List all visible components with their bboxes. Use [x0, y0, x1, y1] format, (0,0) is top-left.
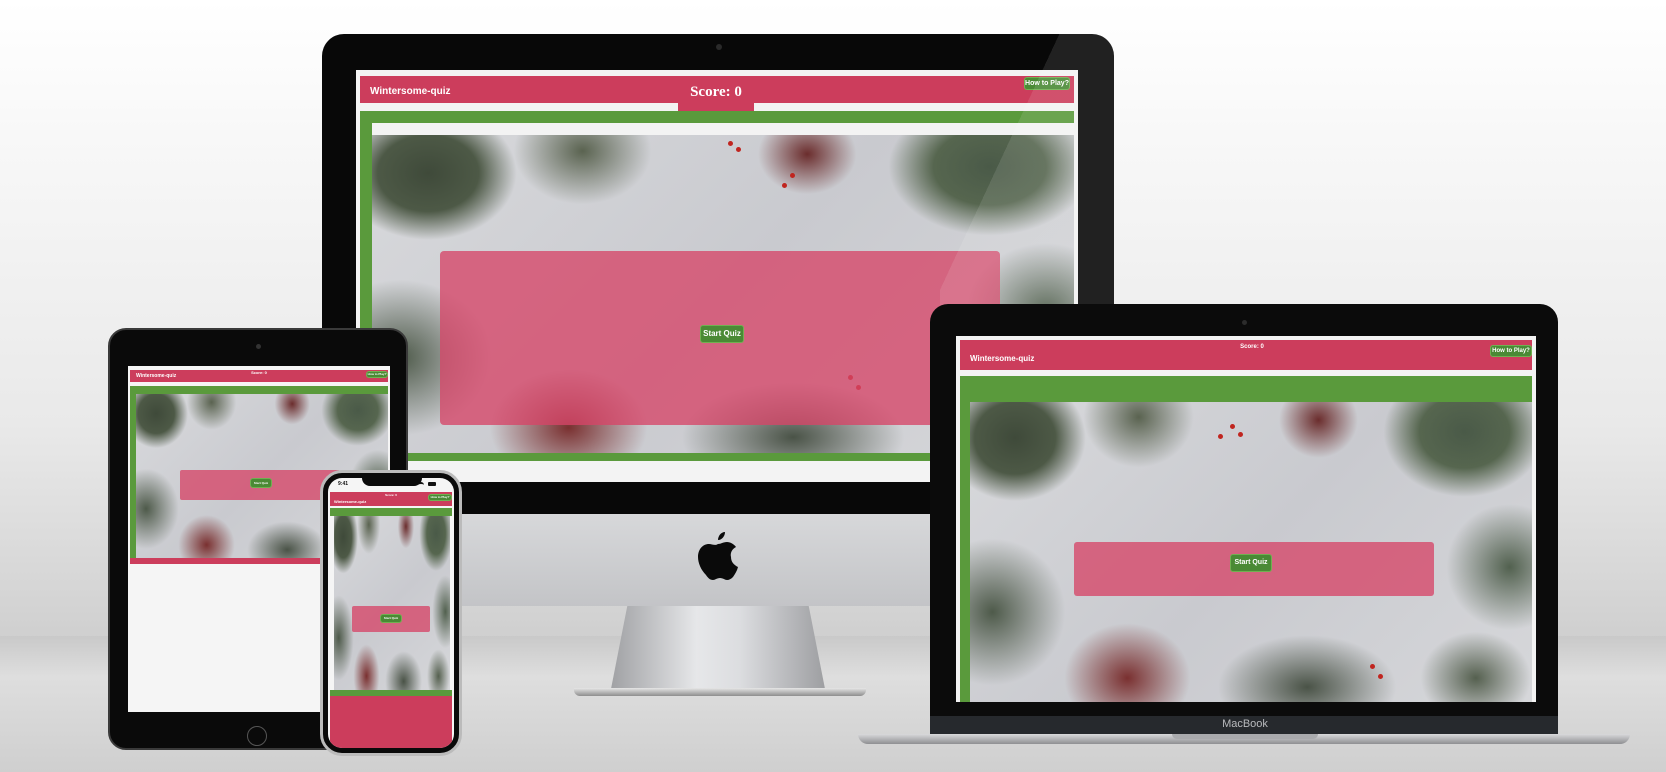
imac-base	[574, 688, 866, 696]
imac-camera-icon	[716, 44, 722, 50]
ipad-green-band	[130, 386, 388, 394]
ipad-camera-icon	[256, 344, 261, 349]
iphone-background-photo	[334, 516, 450, 690]
imac-start-quiz-button[interactable]: Start Quiz	[700, 325, 744, 343]
macbook-label: MacBook	[1222, 718, 1268, 730]
macbook-camera-icon	[1242, 320, 1247, 325]
imac-site-title: Wintersome-quiz	[370, 86, 451, 97]
iphone-how-to-play-button[interactable]: How to Play?	[428, 494, 452, 501]
macbook-site-title: Wintersome-quiz	[970, 354, 1035, 363]
apple-logo-icon	[698, 532, 738, 580]
macbook-how-to-play-button[interactable]: How to Play?	[1490, 345, 1532, 357]
battery-icon	[428, 482, 436, 486]
iphone-time: 9:41	[338, 481, 349, 487]
macbook-start-quiz-button[interactable]: Start Quiz	[1230, 554, 1272, 572]
iphone-green-band	[330, 508, 452, 516]
iphone-screen: 9:41 Wintersome-quiz Score: 0 How to Pla…	[328, 478, 454, 748]
iphone-score: Score: 0	[385, 493, 397, 497]
ipad-how-to-play-button[interactable]: How to Play?	[366, 371, 388, 378]
ipad-start-quiz-button[interactable]: Start Quiz	[250, 478, 272, 488]
iphone-footer	[330, 696, 452, 748]
ipad-site-title: Wintersome-quiz	[136, 373, 177, 379]
iphone-site-title: Wintersome-quiz	[334, 499, 367, 504]
macbook-screen: Wintersome-quiz Score: 0 How to Play? St…	[956, 336, 1536, 702]
ipad-home-button	[247, 726, 267, 746]
imac-score: Score: 0	[690, 84, 742, 100]
macbook-green-band	[960, 376, 1532, 402]
macbook-score: Score: 0	[1240, 344, 1264, 350]
iphone-notch	[362, 476, 422, 486]
imac-stand	[610, 606, 826, 694]
iphone-start-quiz-button[interactable]: Start Quiz	[380, 614, 402, 623]
macbook-hinge-notch	[1172, 734, 1318, 739]
ipad-score: Score: 0	[251, 370, 267, 375]
